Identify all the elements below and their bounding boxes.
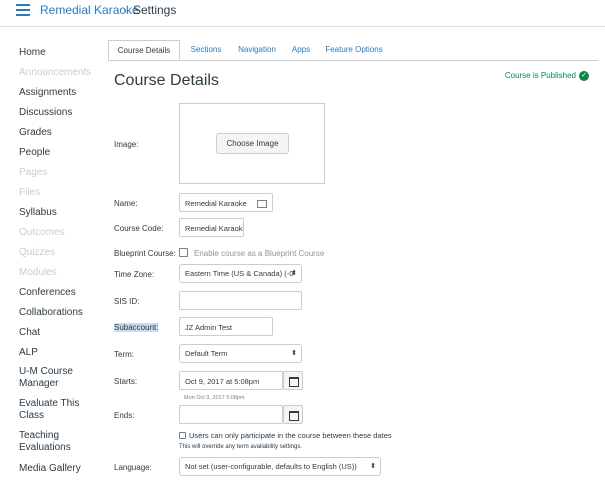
nav-item-um-course-manager[interactable]: U-M Course Manager bbox=[19, 363, 99, 395]
time-zone-select[interactable]: Eastern Time (US & Canada) (-0 ⬍ bbox=[179, 264, 302, 283]
select-arrows-icon: ⬍ bbox=[370, 463, 376, 470]
calendar-icon[interactable] bbox=[283, 405, 303, 424]
subaccount-input[interactable]: JZ Admin Test bbox=[179, 317, 273, 336]
term-label: Term: bbox=[114, 350, 134, 359]
course-code-label: Course Code: bbox=[114, 224, 164, 233]
language-value: Not set (user-configurable, defaults to … bbox=[185, 462, 357, 471]
ends-label: Ends: bbox=[114, 411, 135, 420]
nav-item-people[interactable]: People bbox=[19, 143, 99, 163]
course-navigation: Home Announcements Assignments Discussio… bbox=[19, 43, 99, 479]
language-label: Language: bbox=[114, 463, 152, 472]
time-zone-value: Eastern Time (US & Canada) (-0 bbox=[185, 269, 294, 278]
blueprint-checkbox-text: Enable course as a Blueprint Course bbox=[194, 249, 325, 258]
starts-input[interactable]: Oct 9, 2017 at 5:08pm bbox=[179, 371, 283, 390]
restrict-dates-checkbox[interactable] bbox=[179, 432, 186, 439]
name-value: Remedial Karaoke bbox=[185, 199, 247, 208]
time-zone-label: Time Zone: bbox=[114, 270, 155, 279]
subaccount-label: Subaccount: bbox=[114, 323, 159, 332]
nav-item-chat[interactable]: Chat bbox=[19, 323, 99, 343]
settings-tabs: Course Details Sections Navigation Apps … bbox=[108, 40, 598, 61]
name-label: Name: bbox=[114, 199, 138, 208]
choose-image-button[interactable]: Choose Image bbox=[216, 133, 289, 154]
language-select[interactable]: Not set (user-configurable, defaults to … bbox=[179, 457, 381, 476]
breadcrumb-separator: › bbox=[123, 3, 127, 17]
tab-apps[interactable]: Apps bbox=[287, 40, 315, 60]
restrict-dates-hint: This will override any term availability… bbox=[179, 444, 303, 450]
calendar-icon[interactable] bbox=[283, 371, 303, 390]
image-label: Image: bbox=[114, 140, 139, 149]
course-code-input[interactable]: Remedial Karaoke bbox=[179, 218, 244, 237]
nav-item-evaluate-this-class[interactable]: Evaluate This Class bbox=[19, 395, 99, 427]
blueprint-checkbox[interactable] bbox=[179, 248, 188, 257]
nav-item-assignments[interactable]: Assignments bbox=[19, 83, 99, 103]
top-bar: Remedial Karaoke › Settings bbox=[0, 0, 605, 27]
nav-item-collaborations[interactable]: Collaborations bbox=[19, 303, 99, 323]
restrict-dates-text: Users can only participate in the course… bbox=[189, 431, 392, 440]
published-status: Course is Published ✓ bbox=[505, 71, 589, 81]
nav-item-outcomes: Outcomes bbox=[19, 227, 65, 238]
contact-card-icon bbox=[257, 200, 267, 208]
check-circle-icon: ✓ bbox=[579, 71, 589, 81]
ends-input[interactable] bbox=[179, 405, 283, 424]
nav-item-alp[interactable]: ALP bbox=[19, 343, 99, 363]
nav-item-pages: Pages bbox=[19, 167, 48, 178]
select-arrows-icon: ⬍ bbox=[291, 350, 297, 357]
select-arrows-icon: ⬍ bbox=[291, 270, 297, 277]
nav-item-quizzes: Quizzes bbox=[19, 247, 56, 258]
nav-item-modules: Modules bbox=[19, 267, 57, 278]
term-select[interactable]: Default Term ⬍ bbox=[179, 344, 302, 363]
blueprint-label: Blueprint Course: bbox=[114, 249, 176, 258]
nav-item-announcements: Announcements bbox=[19, 67, 92, 78]
nav-item-grades[interactable]: Grades bbox=[19, 123, 99, 143]
tab-feature-options[interactable]: Feature Options bbox=[322, 40, 386, 60]
tab-sections[interactable]: Sections bbox=[185, 40, 227, 60]
starts-hint: Mon Oct 9, 2017 5:08pm bbox=[184, 395, 245, 401]
published-status-text: Course is Published bbox=[504, 71, 576, 81]
tab-course-details[interactable]: Course Details bbox=[108, 40, 180, 60]
nav-item-conferences[interactable]: Conferences bbox=[19, 283, 99, 303]
tab-navigation[interactable]: Navigation bbox=[232, 40, 282, 60]
name-input[interactable]: Remedial Karaoke bbox=[179, 193, 273, 212]
nav-item-media-gallery[interactable]: Media Gallery bbox=[19, 459, 99, 479]
page-title: Course Details bbox=[114, 72, 219, 89]
nav-item-syllabus[interactable]: Syllabus bbox=[19, 203, 99, 223]
term-value: Default Term bbox=[185, 349, 228, 358]
starts-label: Starts: bbox=[114, 377, 138, 386]
sis-id-input[interactable] bbox=[179, 291, 302, 310]
nav-item-discussions[interactable]: Discussions bbox=[19, 103, 99, 123]
nav-item-home[interactable]: Home bbox=[19, 43, 99, 63]
breadcrumb-current: Settings bbox=[133, 3, 177, 17]
nav-item-teaching-evaluations[interactable]: Teaching Evaluations bbox=[19, 427, 99, 459]
nav-item-files: Files bbox=[19, 187, 41, 198]
sis-id-label: SIS ID: bbox=[114, 297, 140, 306]
hamburger-menu-icon[interactable] bbox=[16, 4, 30, 16]
